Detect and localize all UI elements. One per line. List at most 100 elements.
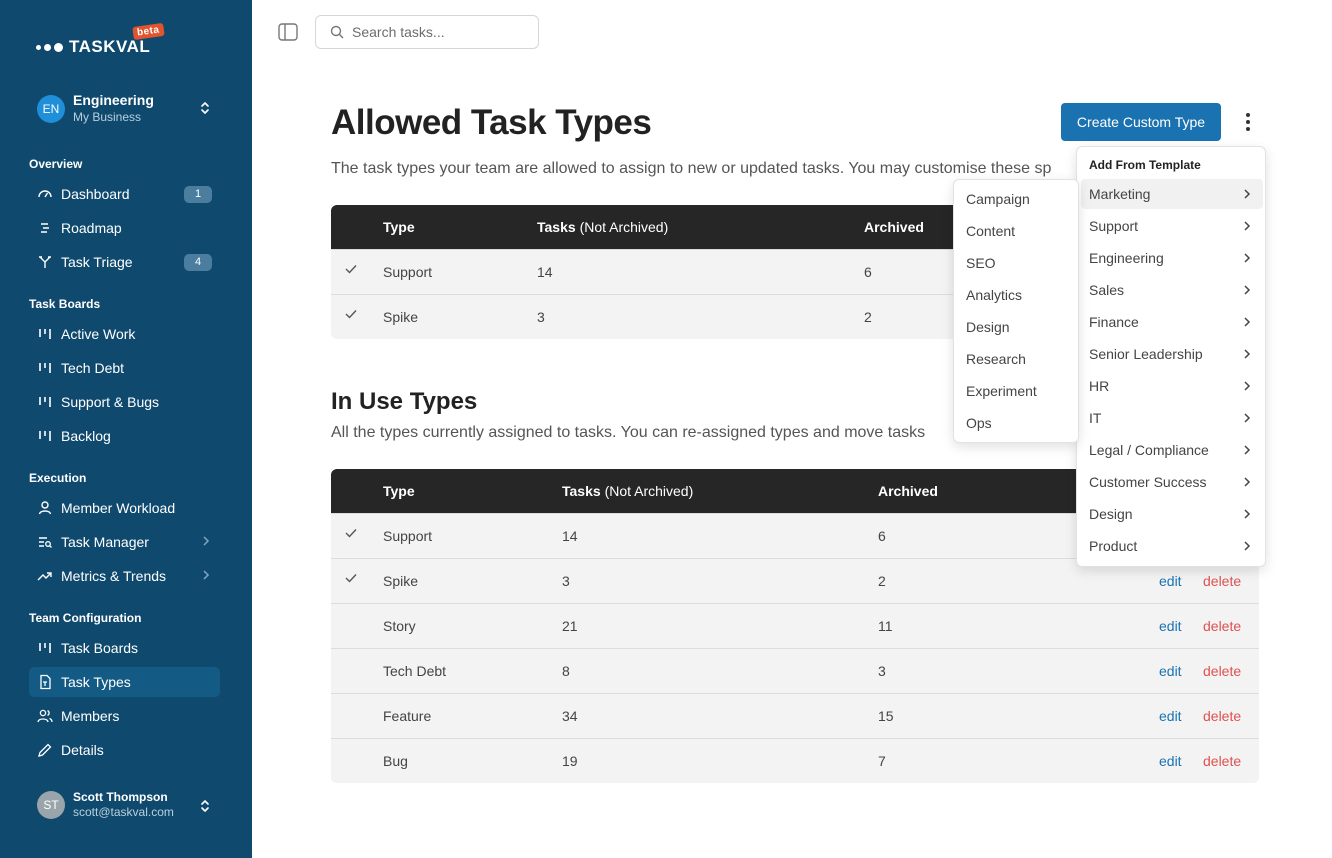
org-name: Engineering <box>73 92 154 108</box>
sidebar-item-metrics-trends[interactable]: Metrics & Trends <box>29 561 220 591</box>
sidebar-item-task-boards[interactable]: Task Boards <box>29 633 220 663</box>
col-tasks: Tasks (Not Archived) <box>562 483 694 499</box>
menu-item-engineering[interactable]: Engineering <box>1081 243 1263 273</box>
user-email: scott@taskval.com <box>73 805 174 819</box>
chevron-right-icon <box>1243 347 1251 363</box>
sidebar-item-members[interactable]: Members <box>29 701 220 731</box>
submenu-item-design[interactable]: Design <box>958 312 1076 342</box>
in-use-description: All the types currently assigned to task… <box>331 424 926 441</box>
delete-link[interactable]: delete <box>1203 663 1241 679</box>
submenu-item-experiment[interactable]: Experiment <box>958 376 1076 406</box>
sidebar-item-task-types[interactable]: Task Types <box>29 667 220 697</box>
section-execution: Execution <box>29 471 87 485</box>
menu-item-product[interactable]: Product <box>1081 531 1263 561</box>
submenu-item-seo[interactable]: SEO <box>958 248 1076 278</box>
split-icon <box>37 254 53 270</box>
sidebar-item-details[interactable]: Details <box>29 735 220 765</box>
sidebar-item-task-triage[interactable]: Task Triage 4 <box>29 247 220 277</box>
chevron-updown-icon <box>201 102 209 114</box>
sidebar-item-label: Task Boards <box>61 640 139 656</box>
user-name: Scott Thompson <box>73 790 168 804</box>
sidebar: TASKVAL beta EN Engineering My Business … <box>0 0 252 858</box>
org-sub: My Business <box>73 110 142 124</box>
col-tasks: Tasks (Not Archived) <box>537 219 669 235</box>
chevron-right-icon <box>1243 443 1251 459</box>
sidebar-item-roadmap[interactable]: Roadmap <box>29 213 220 243</box>
menu-item-customer-success[interactable]: Customer Success <box>1081 467 1263 497</box>
menu-item-design[interactable]: Design <box>1081 499 1263 529</box>
edit-link[interactable]: edit <box>1159 573 1182 589</box>
chevron-right-icon <box>1243 219 1251 235</box>
menu-item-finance[interactable]: Finance <box>1081 307 1263 337</box>
board-icon <box>37 394 53 410</box>
cell-tasks: 8 <box>562 663 570 679</box>
menu-item-sales[interactable]: Sales <box>1081 275 1263 305</box>
cell-type: Support <box>383 264 433 280</box>
user-menu[interactable]: ST Scott Thompson scott@taskval.com <box>37 790 217 820</box>
logo-dots-icon <box>36 42 63 52</box>
submenu-item-research[interactable]: Research <box>958 344 1076 374</box>
submenu-item-content[interactable]: Content <box>958 216 1076 246</box>
submenu-item-ops[interactable]: Ops <box>958 408 1076 438</box>
file-type-icon <box>37 674 53 690</box>
cell-tasks: 14 <box>562 528 578 544</box>
edit-link[interactable]: edit <box>1159 663 1182 679</box>
board-icon <box>37 428 53 444</box>
check-icon <box>344 526 358 543</box>
marketing-submenu: Campaign Content SEO Analytics Design Re… <box>953 179 1079 443</box>
submenu-item-campaign[interactable]: Campaign <box>958 184 1076 214</box>
menu-item-senior-leadership[interactable]: Senior Leadership <box>1081 339 1263 369</box>
cell-type: Spike <box>383 573 419 589</box>
more-options-icon[interactable] <box>1238 110 1258 134</box>
cell-archived: 3 <box>878 663 886 679</box>
sidebar-item-label: Members <box>61 708 120 724</box>
cell-type: Story <box>383 618 416 634</box>
menu-item-legal-compliance[interactable]: Legal / Compliance <box>1081 435 1263 465</box>
cell-tasks: 19 <box>562 753 578 769</box>
sidebar-item-tech-debt[interactable]: Tech Debt <box>29 353 220 383</box>
board-icon <box>37 360 53 376</box>
sidebar-item-task-manager[interactable]: Task Manager <box>29 527 220 557</box>
sidebar-item-dashboard[interactable]: Dashboard 1 <box>29 179 220 209</box>
user-icon <box>37 500 53 516</box>
cell-type: Support <box>383 528 433 544</box>
sidebar-item-label: Task Types <box>61 674 131 690</box>
dashboard-count-badge: 1 <box>184 185 212 203</box>
chevron-right-icon <box>1243 475 1251 491</box>
delete-link[interactable]: delete <box>1203 708 1241 724</box>
delete-link[interactable]: delete <box>1203 618 1241 634</box>
sidebar-item-active-work[interactable]: Active Work <box>29 319 220 349</box>
edit-link[interactable]: edit <box>1159 618 1182 634</box>
delete-link[interactable]: delete <box>1203 573 1241 589</box>
cell-tasks: 3 <box>537 309 545 325</box>
cell-archived: 15 <box>878 708 894 724</box>
menu-item-it[interactable]: IT <box>1081 403 1263 433</box>
org-switcher[interactable]: EN Engineering My Business <box>37 92 217 126</box>
logo[interactable]: TASKVAL beta <box>36 22 165 57</box>
search-input[interactable] <box>352 24 522 40</box>
sidebar-item-support-bugs[interactable]: Support & Bugs <box>29 387 220 417</box>
menu-item-hr[interactable]: HR <box>1081 371 1263 401</box>
sidebar-item-label: Task Manager <box>61 534 149 550</box>
edit-link[interactable]: edit <box>1159 753 1182 769</box>
menu-item-marketing[interactable]: Marketing <box>1081 179 1263 209</box>
sidebar-item-backlog[interactable]: Backlog <box>29 421 220 451</box>
chevron-right-icon <box>1243 379 1251 395</box>
template-menu-title: Add From Template <box>1089 158 1201 172</box>
sidebar-item-label: Task Triage <box>61 254 133 270</box>
create-custom-type-button[interactable]: Create Custom Type <box>1061 103 1221 141</box>
sidebar-item-label: Tech Debt <box>61 360 125 376</box>
menu-item-support[interactable]: Support <box>1081 211 1263 241</box>
check-icon <box>344 307 358 324</box>
sidebar-toggle-icon[interactable] <box>278 23 298 41</box>
cell-tasks: 14 <box>537 264 553 280</box>
sidebar-item-label: Member Workload <box>61 500 176 516</box>
sidebar-item-member-workload[interactable]: Member Workload <box>29 493 220 523</box>
search-box[interactable] <box>315 15 539 49</box>
delete-link[interactable]: delete <box>1203 753 1241 769</box>
submenu-item-analytics[interactable]: Analytics <box>958 280 1076 310</box>
sidebar-item-label: Active Work <box>61 326 136 342</box>
org-avatar: EN <box>37 95 65 123</box>
edit-link[interactable]: edit <box>1159 708 1182 724</box>
trend-icon <box>37 568 53 584</box>
